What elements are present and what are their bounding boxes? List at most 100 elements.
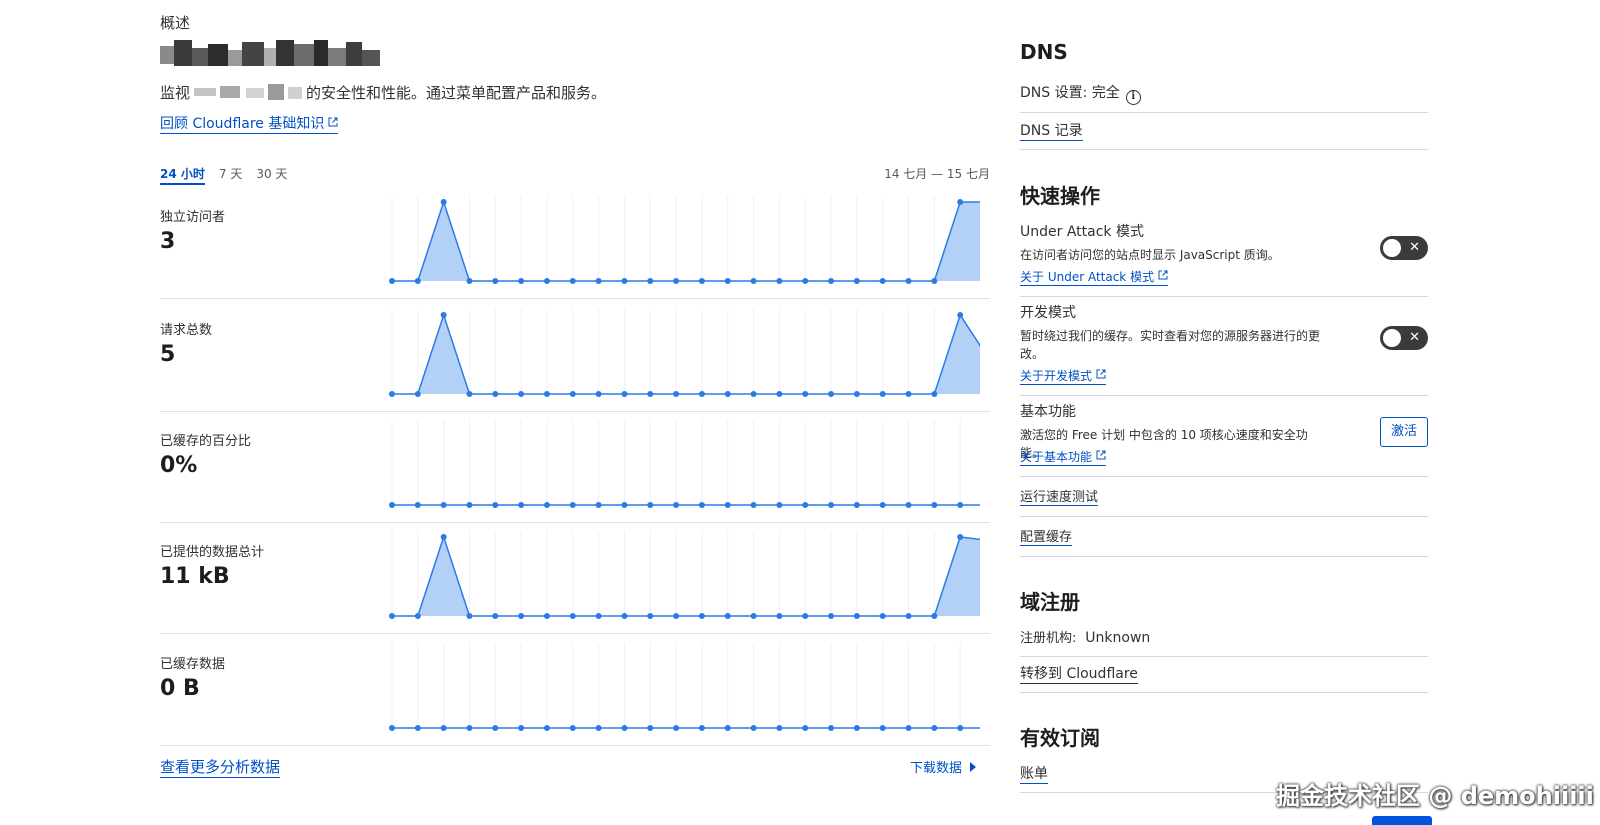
data-point	[750, 502, 757, 508]
change-plan-button[interactable]	[1372, 816, 1432, 825]
data-point	[414, 391, 421, 397]
data-point	[828, 502, 835, 508]
dev-mode-link[interactable]: 关于开发模式	[1020, 367, 1107, 385]
download-label: 下载数据	[909, 761, 962, 776]
metric-label: 已缓存的百分比	[160, 434, 252, 449]
data-point	[931, 391, 938, 397]
time-range-tabs: 24 小时 7 天 30 天	[160, 165, 287, 185]
data-point	[802, 278, 809, 284]
data-point	[673, 613, 680, 619]
dev-mode-toggle[interactable]: ✕	[1380, 326, 1428, 350]
dns-records-link[interactable]: DNS 记录	[1020, 120, 1083, 141]
divider	[1020, 296, 1428, 297]
tab-24h[interactable]: 24 小时	[160, 165, 205, 185]
data-point	[802, 725, 809, 731]
watermark: 掘金技术社区 @ demohiiiii	[1276, 782, 1594, 810]
data-point	[569, 613, 576, 619]
chart-area	[392, 202, 980, 281]
metric-label: 已提供的数据总计	[160, 545, 265, 560]
data-point	[466, 278, 473, 284]
basic-features-title: 基本功能	[1020, 404, 1076, 420]
data-point	[931, 725, 938, 731]
under-attack-desc: 在访问者访问您的站点时显示 JavaScript 质询。	[1020, 248, 1280, 262]
review-basics-link[interactable]: 回顾 Cloudflare 基础知识	[160, 113, 339, 134]
info-icon[interactable]: i	[1125, 90, 1141, 105]
data-point	[389, 278, 395, 284]
data-point	[440, 199, 447, 205]
data-point	[853, 278, 860, 284]
data-point	[440, 312, 447, 318]
data-point	[543, 278, 550, 284]
data-point	[931, 502, 938, 508]
data-point	[828, 613, 835, 619]
metric-total-data-served: 已提供的数据总计 11 kB	[160, 521, 990, 634]
subscriptions-title: 有效订阅	[1020, 726, 1100, 750]
data-point	[879, 278, 886, 284]
divider	[1020, 476, 1428, 477]
dev-mode-title: 开发模式	[1020, 305, 1076, 321]
data-point	[724, 725, 731, 731]
tab-30d[interactable]: 30 天	[256, 165, 287, 185]
data-point	[879, 725, 886, 731]
metric-value: 3	[160, 229, 176, 254]
data-point	[828, 391, 835, 397]
data-point	[595, 725, 602, 731]
chart-area	[392, 537, 980, 616]
domain-redacted	[190, 84, 306, 100]
data-point	[518, 725, 525, 731]
data-point	[724, 613, 731, 619]
data-point	[853, 391, 860, 397]
data-point	[492, 502, 499, 508]
data-point	[879, 502, 886, 508]
data-point	[905, 725, 912, 731]
data-point	[647, 502, 654, 508]
under-attack-toggle[interactable]: ✕	[1380, 236, 1428, 260]
data-point	[621, 613, 628, 619]
data-point	[543, 613, 550, 619]
download-data-button[interactable]: 下载数据	[910, 757, 976, 776]
data-point	[569, 502, 576, 508]
analytics-panel: 概述 监视 的安全性和性能。通过菜单配置产品和服务。 回顾 Cloudflare …	[160, 0, 990, 825]
data-point	[724, 391, 731, 397]
data-point	[957, 502, 964, 508]
data-point	[673, 278, 680, 284]
metric-label: 请求总数	[160, 323, 213, 338]
data-point	[440, 502, 447, 508]
dev-mode-link-label: 关于开发模式	[1020, 369, 1093, 383]
data-point	[466, 502, 473, 508]
billing-link[interactable]: 账单	[1020, 763, 1048, 784]
data-point	[518, 278, 525, 284]
data-point	[957, 199, 964, 205]
data-point	[543, 502, 550, 508]
view-more-analytics-link[interactable]: 查看更多分析数据	[160, 756, 281, 778]
dns-settings-text: DNS 设置: 完全	[1020, 85, 1120, 101]
data-point	[724, 502, 731, 508]
divider	[1020, 656, 1428, 657]
data-point	[673, 502, 680, 508]
basic-features-link[interactable]: 关于基本功能	[1020, 448, 1107, 466]
registrar-value: Unknown	[1085, 630, 1151, 646]
external-link-icon	[328, 117, 338, 127]
data-point	[621, 502, 628, 508]
data-point	[647, 278, 654, 284]
registrar-label: 注册机构:	[1020, 631, 1077, 646]
divider	[1020, 692, 1428, 693]
data-point	[879, 613, 886, 619]
transfer-to-cloudflare-link[interactable]: 转移到 Cloudflare	[1020, 663, 1138, 684]
close-icon: ✕	[1409, 330, 1420, 345]
data-point	[569, 278, 576, 284]
chart-line	[392, 312, 980, 395]
under-attack-link[interactable]: 关于 Under Attack 模式	[1020, 268, 1169, 286]
external-link-icon	[1158, 270, 1168, 280]
speed-test-link[interactable]: 运行速度测试	[1020, 486, 1099, 506]
tab-7d[interactable]: 7 天	[219, 165, 242, 185]
external-link-icon	[1096, 450, 1106, 460]
config-cache-link[interactable]: 配置缓存	[1020, 526, 1073, 546]
activate-button[interactable]: 激活	[1380, 417, 1428, 447]
metric-cached-data: 已缓存数据 0 B	[160, 633, 990, 746]
divider	[1020, 516, 1428, 517]
metric-unique-visitors: 独立访问者 3	[160, 186, 990, 299]
divider	[1020, 395, 1428, 396]
metric-value: 0 B	[160, 676, 200, 701]
metric-label: 已缓存数据	[160, 657, 226, 672]
